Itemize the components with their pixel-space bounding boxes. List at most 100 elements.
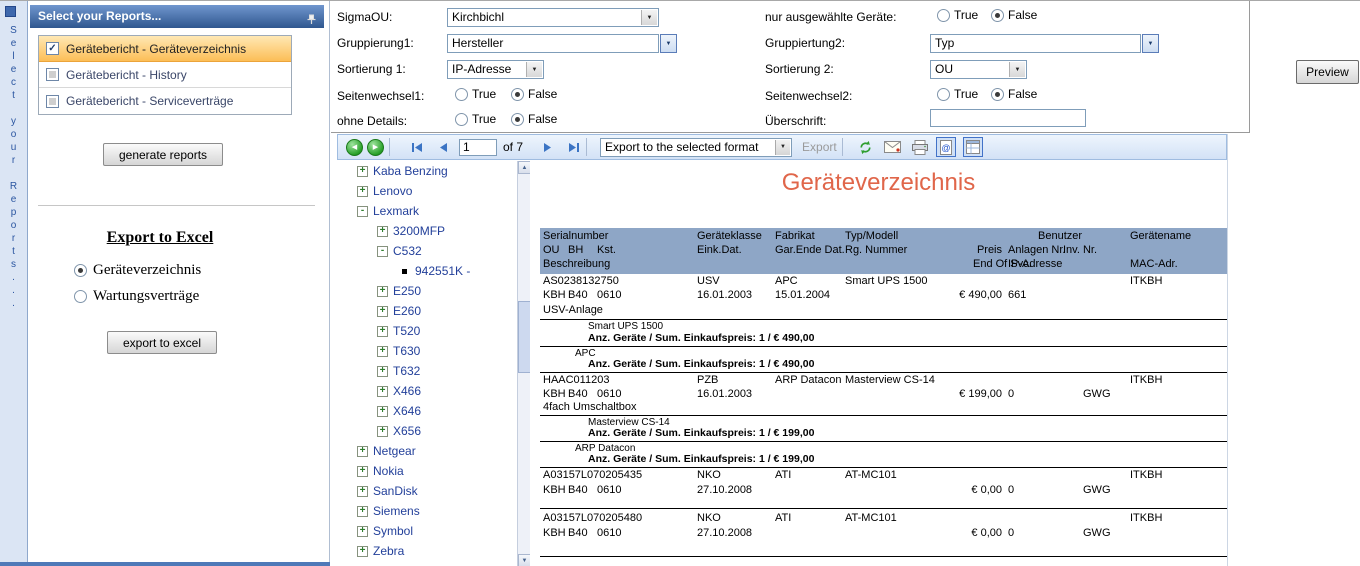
tree-item-label[interactable]: Siemens [373,504,420,518]
tree-item-e250[interactable]: + E250 [337,281,517,301]
generate-reports-button[interactable]: generate reports [103,143,223,166]
tree-expand-icon[interactable]: + [377,425,388,437]
tree-item-3200mfp[interactable]: +3200MFP [337,221,517,241]
seitenwechsel2-true-radio[interactable]: True [937,87,978,101]
radio-label[interactable]: True [472,87,496,101]
export-data-icon[interactable]: @ [935,137,956,157]
sortierung2-select[interactable]: OU ▼ [930,60,1027,79]
checkbox-unchecked-icon[interactable] [46,94,59,108]
tree-item-kaba-benzing[interactable]: + Kaba Benzing [337,161,517,181]
tree-item-label[interactable]: X466 [393,384,421,398]
tree-item-lenovo[interactable]: + Lenovo [337,181,517,201]
radio-option-wartungsvertraege[interactable]: Wartungsverträge [74,288,199,305]
tree-item-x656[interactable]: + X656 [337,421,517,441]
print-icon[interactable] [911,138,929,156]
gruppierung1-dropdown-button[interactable]: ▼ [660,34,677,53]
refresh-icon[interactable] [857,138,875,156]
page-number-input[interactable] [459,138,497,156]
last-page-icon[interactable] [565,139,581,155]
radio-unselected-icon[interactable] [74,290,87,303]
radio-label[interactable]: True [954,87,978,101]
tree-item-label[interactable]: X656 [393,424,421,438]
radio-selected-icon[interactable] [511,87,524,101]
tree-expand-icon[interactable]: + [357,185,368,197]
report-list-item-geraeteverzeichnis[interactable]: ✓ Gerätebericht - Geräteverzeichnis [39,36,291,62]
tree-item-label[interactable]: 3200MFP [393,224,445,238]
chevron-down-icon[interactable]: ▼ [641,10,657,25]
tree-item-942551k[interactable]: 942551K - [337,261,517,281]
tree-expand-icon[interactable]: + [357,545,368,557]
prev-page-icon[interactable] [435,139,451,155]
tree-item-label[interactable]: Lenovo [373,184,412,198]
export-link[interactable]: Export [802,140,837,154]
tree-item-lexmark[interactable]: - Lexmark [337,201,517,221]
nur-ausgewaehlte-true-radio[interactable]: True [937,8,978,22]
tree-item-label[interactable]: C532 [393,244,422,258]
nur-ausgewaehlte-false-radio[interactable]: False [991,8,1037,22]
tree-item-x646[interactable]: + X646 [337,401,517,421]
tree-item-label[interactable]: Netgear [373,444,416,458]
chevron-down-icon[interactable]: ▼ [1009,62,1025,77]
tree-item-label[interactable]: T632 [393,364,420,378]
sigmaou-select[interactable]: Kirchbichl ▼ [447,8,659,27]
tree-item-label[interactable]: E260 [393,304,421,318]
radio-selected-icon[interactable] [991,87,1004,101]
report-list-item-servicevertraege[interactable]: Gerätebericht - Serviceverträge [39,88,291,114]
tree-expand-icon[interactable]: + [377,305,388,317]
preview-button[interactable]: Preview [1296,60,1359,84]
radio-label[interactable]: True [954,8,978,22]
tree-item-t520[interactable]: + T520 [337,321,517,341]
tree-item-label[interactable]: Symbol [373,524,413,538]
radio-label[interactable]: False [528,112,557,126]
radio-label[interactable]: Wartungsverträge [93,288,199,305]
tree-expand-icon[interactable]: + [377,345,388,357]
tree-expand-icon[interactable]: + [357,525,368,537]
radio-selected-icon[interactable] [991,8,1004,22]
tree-item-siemens[interactable]: + Siemens [337,501,517,521]
tree-item-sandisk[interactable]: + SanDisk [337,481,517,501]
gruppiertung2-select[interactable]: Typ [930,34,1141,53]
tree-item-c532[interactable]: - C532 [337,241,517,261]
radio-label[interactable]: Geräteverzeichnis [93,262,201,279]
tree-item-label[interactable]: T520 [393,324,420,338]
checkbox-unchecked-icon[interactable] [46,68,59,81]
radio-label[interactable]: False [1008,8,1037,22]
tree-expand-icon[interactable]: + [377,285,388,297]
gruppierung1-select[interactable]: Hersteller [447,34,659,53]
tree-expand-icon[interactable]: + [357,485,368,497]
tree-item-label[interactable]: SanDisk [373,484,418,498]
tree-expand-icon[interactable]: + [377,365,388,377]
tree-item-t632[interactable]: + T632 [337,361,517,381]
radio-selected-icon[interactable] [511,112,524,126]
tree-item-label[interactable]: Nokia [373,464,404,478]
tree-item-label[interactable]: 942551K - [415,264,470,278]
tree-expand-icon[interactable]: + [377,405,388,417]
tree-collapse-icon[interactable]: - [377,245,388,257]
back-icon[interactable]: ◀ [346,138,363,156]
pin-icon[interactable] [306,10,318,24]
seitenwechsel1-false-radio[interactable]: False [511,87,557,101]
tree-scrollbar[interactable]: ▲ ▼ [517,161,531,566]
export-format-select[interactable]: Export to the selected format ▼ [600,137,793,157]
ohne-details-true-radio[interactable]: True [455,112,496,126]
first-page-icon[interactable] [409,139,425,155]
mail-icon[interactable] [884,138,902,156]
seitenwechsel1-true-radio[interactable]: True [455,87,496,101]
tree-collapse-icon[interactable]: - [357,205,368,217]
checkbox-checked-icon[interactable]: ✓ [46,42,59,55]
collapsed-panel-tab[interactable]: Select your Reports... [0,1,28,566]
chevron-down-icon[interactable]: ▼ [526,62,542,77]
tree-item-zebra[interactable]: + Zebra [337,541,517,561]
sortierung1-select[interactable]: IP-Adresse ▼ [447,60,544,79]
radio-option-geraeteverzeichnis[interactable]: Geräteverzeichnis [74,262,201,279]
tree-expand-icon[interactable]: + [357,505,368,517]
tree-item-e260[interactable]: + E260 [337,301,517,321]
tree-expand-icon[interactable]: + [377,385,388,397]
tree-item-label[interactable]: E250 [393,284,421,298]
tree-item-symbol[interactable]: + Symbol [337,521,517,541]
radio-unselected-icon[interactable] [455,112,468,126]
tree-expand-icon[interactable]: + [377,225,388,237]
tree-item-label[interactable]: Kaba Benzing [373,164,448,178]
radio-unselected-icon[interactable] [937,87,950,101]
chevron-down-icon[interactable]: ▼ [775,139,791,155]
